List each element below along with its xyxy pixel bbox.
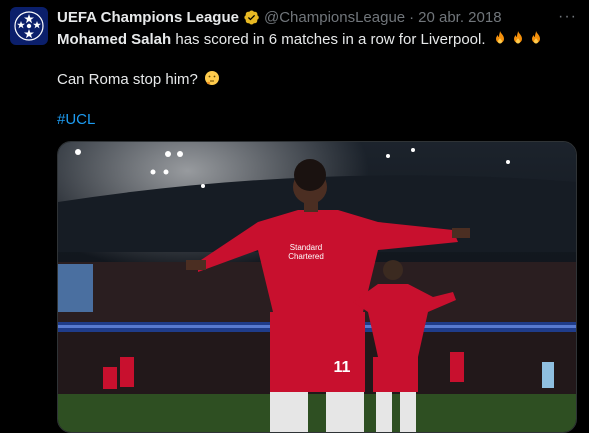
tweet-line-2-text: Can Roma stop him? [57,71,198,88]
separator-dot: · [409,8,415,26]
tweet-media-image[interactable]: Standard Chartered 11 [57,141,577,433]
jersey-sponsor-line-2: Chartered [288,252,324,261]
tweet-line-2: Can Roma stop him? [57,70,577,90]
fire-emoji-icon [495,31,504,44]
hashtag-link[interactable]: #UCL [57,110,577,130]
celebration-photo: Standard Chartered 11 [58,142,576,432]
author-handle[interactable]: @ChampionsLeague [264,9,405,26]
champions-league-logo-icon [14,11,44,41]
author-name[interactable]: UEFA Champions League [57,9,239,26]
fire-emoji-icon [531,31,540,44]
verified-badge-icon [243,9,260,26]
tweet-line-1: Mohamed Salah has scored in 6 matches in… [57,30,577,50]
player-name: Mohamed Salah [57,31,172,48]
jersey-number: 11 [334,359,351,376]
tweet-line-1-rest: has scored in 6 matches in a row for Liv… [171,31,486,48]
thinking-face-emoji-icon [205,71,220,85]
jersey-sponsor-line-1: Standard [290,243,322,252]
tweet-header: UEFA Champions League @ChampionsLeague ·… [57,7,589,27]
avatar[interactable] [10,7,48,45]
fire-emoji-icon [513,31,522,44]
tweet-text: Mohamed Salah has scored in 6 matches in… [57,30,577,130]
more-icon[interactable]: ··· [558,8,577,26]
tweet-date[interactable]: 20 abr. 2018 [418,9,501,26]
